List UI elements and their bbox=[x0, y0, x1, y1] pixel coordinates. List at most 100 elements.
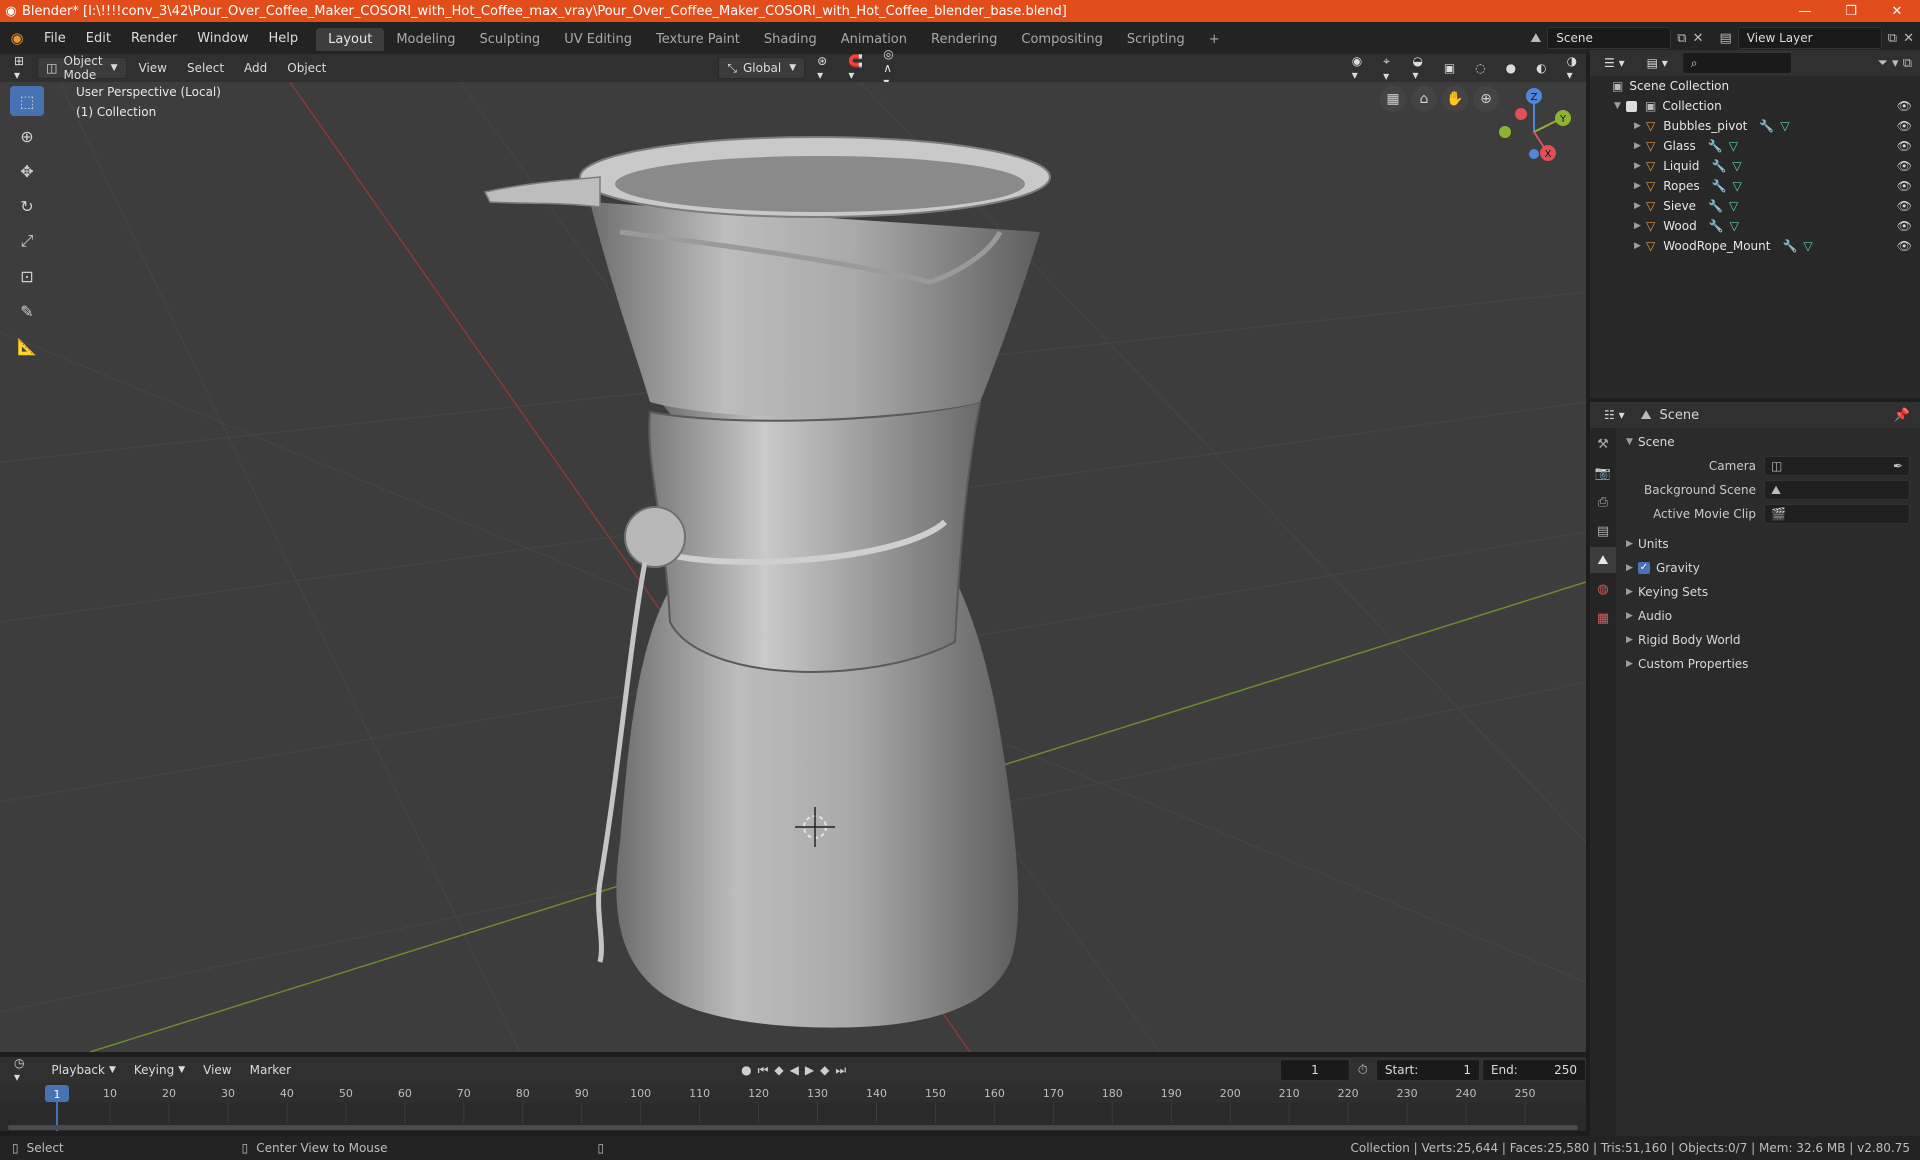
jump-start-icon[interactable]: ⏮ bbox=[758, 1063, 769, 1078]
menu-view[interactable]: View bbox=[131, 57, 175, 79]
eye-icon[interactable]: 👁 bbox=[1897, 179, 1912, 193]
pivot-icon[interactable]: ⊛ ▾ bbox=[809, 54, 836, 82]
eye-icon[interactable]: 👁 bbox=[1897, 139, 1912, 153]
background-scene-field[interactable]: ⛰ bbox=[1764, 480, 1910, 500]
mesh-data-icon[interactable]: ▽ bbox=[1729, 199, 1738, 213]
checkbox-icon[interactable] bbox=[1626, 100, 1637, 112]
shading-rendered-icon[interactable]: ◑ ▾ bbox=[1559, 54, 1586, 82]
expand-triangle-icon[interactable]: ▶ bbox=[1634, 201, 1646, 211]
outliner-object-row[interactable]: ▶ ▽ Glass 🔧 ▽ 👁 bbox=[1590, 136, 1920, 156]
prev-keyframe-icon[interactable]: ◆ bbox=[774, 1063, 783, 1078]
xray-toggle-icon[interactable]: ▣ bbox=[1436, 57, 1463, 79]
modifier-wrench-icon[interactable]: 🔧 bbox=[1782, 239, 1797, 253]
texture-props-tab[interactable]: ▦ bbox=[1590, 605, 1616, 631]
camera-field[interactable]: ◫ ✒ bbox=[1764, 456, 1910, 476]
modifier-wrench-icon[interactable]: 🔧 bbox=[1711, 159, 1726, 173]
pan-hand-icon[interactable]: ✋ bbox=[1442, 86, 1468, 112]
mesh-data-icon[interactable]: ▽ bbox=[1730, 219, 1739, 233]
tab-rendering[interactable]: Rendering bbox=[919, 28, 1009, 51]
minimize-button[interactable]: — bbox=[1782, 4, 1828, 19]
new-view-layer-icon[interactable]: ⧉ bbox=[1888, 31, 1897, 46]
active-movie-clip-field[interactable]: 🎬 bbox=[1764, 504, 1910, 524]
shading-wireframe-icon[interactable]: ◌ bbox=[1467, 57, 1493, 79]
measure-tool[interactable]: 📐 bbox=[10, 331, 44, 361]
scene-props-tab[interactable]: ⛰ bbox=[1590, 547, 1616, 573]
gravity-checkbox[interactable]: ✓ bbox=[1638, 562, 1650, 574]
view-layer-props-tab[interactable]: ▤ bbox=[1590, 518, 1616, 544]
end-frame-field[interactable]: End: 250 bbox=[1481, 1059, 1586, 1081]
editor-type-icon[interactable]: ⊞ ▾ bbox=[6, 54, 33, 82]
scene-collection-row[interactable]: ▣ Scene Collection bbox=[1590, 76, 1920, 96]
gizmo-toggle-icon[interactable]: ⌖ ▾ bbox=[1375, 54, 1400, 83]
start-frame-field[interactable]: Start: 1 bbox=[1375, 1059, 1480, 1081]
current-frame-field[interactable]: 1 bbox=[1280, 1059, 1350, 1081]
scene-field[interactable]: Scene bbox=[1547, 27, 1672, 49]
camera-view-icon[interactable]: ⌂ bbox=[1411, 86, 1437, 112]
menu-file[interactable]: File bbox=[34, 31, 76, 46]
tab-scripting[interactable]: Scripting bbox=[1115, 28, 1197, 51]
viewport-scene[interactable]: Z Y X bbox=[0, 82, 1586, 1052]
gravity-panel[interactable]: ▶ ✓ Gravity bbox=[1616, 556, 1920, 580]
zoom-icon[interactable]: ⊕ bbox=[1473, 86, 1499, 112]
tool-props-tab[interactable]: ⚒ bbox=[1590, 431, 1616, 457]
rotate-tool[interactable]: ↻ bbox=[10, 191, 44, 221]
expand-triangle-icon[interactable]: ▼ bbox=[1614, 101, 1626, 111]
tab-texture-paint[interactable]: Texture Paint bbox=[644, 28, 752, 51]
visibility-icon[interactable]: ◉ ▾ bbox=[1344, 54, 1371, 82]
render-props-tab[interactable]: 📷 bbox=[1590, 460, 1616, 486]
menu-window[interactable]: Window bbox=[187, 31, 258, 46]
outliner-object-row[interactable]: ▶ ▽ WoodRope_Mount 🔧 ▽ 👁 bbox=[1590, 236, 1920, 256]
mesh-data-icon[interactable]: ▽ bbox=[1780, 119, 1789, 133]
play-icon[interactable]: ▶ bbox=[805, 1063, 814, 1078]
menu-render[interactable]: Render bbox=[121, 31, 187, 46]
overlay-toggle-icon[interactable]: ◒ ▾ bbox=[1404, 54, 1431, 82]
wood-band[interactable] bbox=[648, 400, 982, 673]
new-scene-icon[interactable]: ⧉ bbox=[1677, 31, 1686, 46]
expand-triangle-icon[interactable]: ▶ bbox=[1634, 221, 1646, 231]
eye-icon[interactable]: 👁 bbox=[1897, 159, 1912, 173]
expand-triangle-icon[interactable]: ▶ bbox=[1634, 241, 1646, 251]
units-panel[interactable]: ▶ Units bbox=[1616, 532, 1920, 556]
menu-select[interactable]: Select bbox=[179, 57, 232, 79]
annotate-tool[interactable]: ✎ bbox=[10, 296, 44, 326]
dripper-inner[interactable] bbox=[615, 156, 1025, 212]
modifier-wrench-icon[interactable]: 🔧 bbox=[1759, 119, 1774, 133]
mesh-data-icon[interactable]: ▽ bbox=[1732, 159, 1741, 173]
properties-editor-icon[interactable]: ☷ ▾ bbox=[1596, 404, 1633, 426]
menu-help[interactable]: Help bbox=[259, 31, 309, 46]
mesh-data-icon[interactable]: ▽ bbox=[1803, 239, 1812, 253]
eye-icon[interactable]: 👁 bbox=[1897, 239, 1912, 253]
restore-button[interactable]: ❐ bbox=[1828, 4, 1874, 19]
shading-solid-icon[interactable]: ● bbox=[1498, 57, 1524, 79]
output-props-tab[interactable]: ⎙ bbox=[1590, 489, 1616, 515]
mesh-data-icon[interactable]: ▽ bbox=[1729, 139, 1738, 153]
select-box-tool[interactable]: ⬚ bbox=[10, 86, 44, 116]
expand-triangle-icon[interactable]: ▶ bbox=[1634, 161, 1646, 171]
scene-section-header[interactable]: ▼ Scene bbox=[1616, 430, 1920, 454]
mesh-data-icon[interactable]: ▽ bbox=[1733, 179, 1742, 193]
tab-animation[interactable]: Animation bbox=[829, 28, 919, 51]
dripper-cone[interactable] bbox=[590, 202, 1040, 417]
shading-material-icon[interactable]: ◐ bbox=[1528, 57, 1554, 79]
menu-timeline-view[interactable]: View bbox=[195, 1059, 239, 1081]
3d-viewport[interactable]: Z Y X User Perspective (Local) (1) Colle… bbox=[0, 82, 1586, 1052]
expand-triangle-icon[interactable]: ▶ bbox=[1634, 121, 1646, 131]
snap-icon[interactable]: 🧲 ▾ bbox=[840, 54, 871, 82]
collection-row[interactable]: ▼ ▣ Collection 👁 bbox=[1590, 96, 1920, 116]
world-props-tab[interactable]: ◍ bbox=[1590, 576, 1616, 602]
keying-sets-panel[interactable]: ▶ Keying Sets bbox=[1616, 580, 1920, 604]
menu-edit[interactable]: Edit bbox=[76, 31, 121, 46]
modifier-wrench-icon[interactable]: 🔧 bbox=[1712, 179, 1727, 193]
remove-scene-icon[interactable]: ✕ bbox=[1693, 31, 1704, 46]
view-layer-field[interactable]: View Layer bbox=[1737, 27, 1882, 49]
next-keyframe-icon[interactable]: ◆ bbox=[820, 1063, 829, 1078]
add-workspace-button[interactable]: + bbox=[1197, 28, 1232, 51]
audio-panel[interactable]: ▶ Audio bbox=[1616, 604, 1920, 628]
custom-properties-panel[interactable]: ▶ Custom Properties bbox=[1616, 652, 1920, 676]
rope-bead[interactable] bbox=[624, 506, 686, 568]
eye-icon[interactable]: 👁 bbox=[1897, 219, 1912, 233]
menu-playback[interactable]: Playback ▼ bbox=[43, 1059, 123, 1081]
coffee-maker-model[interactable] bbox=[483, 136, 1051, 1028]
transform-tool[interactable]: ⊡ bbox=[10, 261, 44, 291]
menu-marker[interactable]: Marker bbox=[242, 1059, 299, 1081]
